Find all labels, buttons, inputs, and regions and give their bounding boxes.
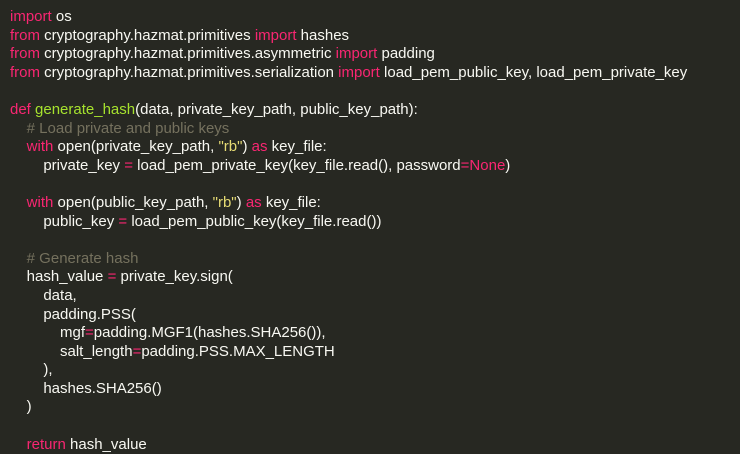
code-text: padding.PSS.MAX_LENGTH — [141, 342, 335, 360]
code-line[interactable] — [10, 175, 740, 194]
keyword-token: def — [10, 100, 31, 118]
code-text: (data, private_key_path, public_key_path… — [135, 100, 418, 118]
keyword-token: as — [245, 193, 262, 211]
keyword-token: None — [469, 156, 506, 174]
code-line[interactable]: data, — [10, 287, 740, 306]
code-text: open(private_key_path, — [53, 138, 219, 156]
code-text: load_pem_private_key(key_file.read(), pa… — [132, 156, 461, 174]
code-text: ), — [10, 361, 53, 379]
code-text: ) — [242, 138, 252, 156]
code-text: padding.MGF1(hashes.SHA256()), — [93, 324, 326, 342]
code-text: padding — [377, 45, 435, 63]
code-text: cryptography.hazmat.primitives.serializa… — [40, 63, 339, 81]
keyword-token: = — [85, 324, 94, 342]
code-line[interactable]: from cryptography.hazmat.primitives.seri… — [10, 64, 740, 83]
code-text: hash_value — [10, 268, 108, 286]
keyword-token: import — [338, 63, 380, 81]
code-text: hashes.SHA256() — [10, 379, 162, 397]
code-text: key_file: — [261, 193, 321, 211]
code-line[interactable]: ), — [10, 361, 740, 380]
code-line[interactable]: return hash_value — [10, 436, 740, 454]
comment-token: # Load private and public keys — [26, 119, 230, 137]
code-line[interactable]: with open(private_key_path, "rb") as key… — [10, 138, 740, 157]
comment-token: # Generate hash — [26, 249, 139, 267]
keyword-token: = — [118, 212, 128, 230]
code-text: ) — [10, 398, 32, 416]
code-line[interactable]: padding.PSS( — [10, 306, 740, 325]
keyword-token: import — [254, 26, 297, 44]
keyword-token: import — [335, 45, 378, 63]
code-text: os — [51, 8, 72, 25]
code-line[interactable]: mgf=padding.MGF1(hashes.SHA256()), — [10, 324, 740, 343]
keyword-token: from — [10, 45, 40, 63]
code-line[interactable]: from cryptography.hazmat.primitives impo… — [10, 27, 740, 46]
code-line[interactable]: # Generate hash — [10, 250, 740, 269]
keyword-token: from — [10, 63, 40, 81]
code-line[interactable]: with open(public_key_path, "rb") as key_… — [10, 194, 740, 213]
code-text: open(public_key_path, — [53, 193, 213, 211]
code-line[interactable]: private_key = load_pem_private_key(key_f… — [10, 157, 740, 176]
code-text: ) — [236, 193, 246, 211]
code-line[interactable]: import os — [10, 8, 740, 27]
code-text: load_pem_public_key, load_pem_private_ke… — [379, 63, 688, 81]
string-token: "rb" — [212, 193, 237, 211]
code-text: mgf — [10, 324, 86, 342]
code-line[interactable]: ) — [10, 398, 740, 417]
code-text: cryptography.hazmat.primitives — [40, 26, 255, 44]
code-text: cryptography.hazmat.primitives.asymmetri… — [40, 45, 336, 63]
code-line[interactable]: salt_length=padding.PSS.MAX_LENGTH — [10, 343, 740, 362]
keyword-token: as — [251, 138, 268, 156]
code-editor[interactable]: import os from cryptography.hazmat.primit… — [0, 0, 740, 453]
code-text: hashes — [296, 26, 350, 44]
code-text: hash_value — [65, 435, 147, 453]
code-text: data, — [10, 286, 77, 304]
string-token: "rb" — [218, 138, 243, 156]
keyword-token: return — [26, 435, 66, 453]
function-name-token: generate_hash — [35, 100, 136, 118]
code-line[interactable]: # Load private and public keys — [10, 120, 740, 139]
code-text: private_key.sign( — [116, 268, 233, 286]
keyword-token: with — [26, 138, 54, 156]
code-line[interactable]: hashes.SHA256() — [10, 380, 740, 399]
code-text: padding.PSS( — [10, 305, 136, 323]
code-text: salt_length — [10, 342, 133, 360]
code-line[interactable] — [10, 231, 740, 250]
code-text: private_key — [10, 156, 125, 174]
code-text: load_pem_public_key(key_file.read()) — [127, 212, 382, 230]
code-line[interactable]: def generate_hash(data, private_key_path… — [10, 101, 740, 120]
keyword-token: = — [124, 156, 133, 174]
code-line[interactable] — [10, 417, 740, 436]
code-text: ) — [505, 156, 511, 174]
code-text: public_key — [10, 212, 119, 230]
code-line[interactable] — [10, 82, 740, 101]
keyword-token: with — [26, 193, 54, 211]
code-line[interactable]: public_key = load_pem_public_key(key_fil… — [10, 213, 740, 232]
code-line[interactable]: from cryptography.hazmat.primitives.asym… — [10, 45, 740, 64]
keyword-token: import — [10, 8, 52, 25]
code-text: key_file: — [267, 138, 327, 156]
code-line[interactable]: hash_value = private_key.sign( — [10, 268, 740, 287]
keyword-token: from — [10, 26, 40, 44]
